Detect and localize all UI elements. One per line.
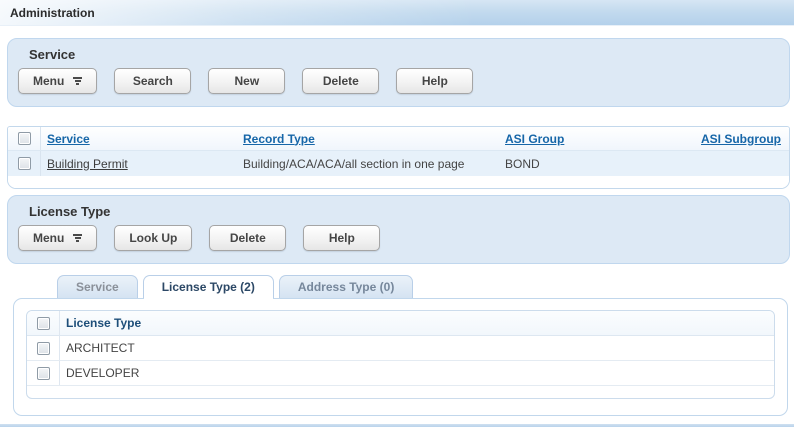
page-title: Administration bbox=[10, 6, 95, 20]
license-type-row-label: ARCHITECT bbox=[60, 341, 774, 355]
service-row-checkbox-cell bbox=[8, 151, 41, 176]
service-table-row: Building Permit Building/ACA/ACA/all sec… bbox=[8, 151, 789, 176]
service-menu-button[interactable]: Menu bbox=[18, 68, 97, 94]
service-row-record-type: Building/ACA/ACA/all section in one page bbox=[237, 157, 499, 171]
license-menu-button-label: Menu bbox=[33, 231, 64, 245]
license-select-all-checkbox[interactable] bbox=[37, 317, 50, 330]
service-table-footer bbox=[8, 176, 789, 188]
tab-bar: Service License Type (2) Address Type (0… bbox=[57, 275, 790, 298]
service-help-button[interactable]: Help bbox=[396, 68, 473, 94]
license-delete-button[interactable]: Delete bbox=[209, 225, 286, 251]
service-row-asi-group: BOND bbox=[499, 157, 695, 171]
tab-address-type[interactable]: Address Type (0) bbox=[279, 275, 413, 298]
menu-dropdown-icon bbox=[73, 77, 82, 85]
license-select-all-cell bbox=[27, 311, 60, 335]
service-new-button[interactable]: New bbox=[208, 68, 285, 94]
service-row-link[interactable]: Building Permit bbox=[41, 157, 237, 171]
tab-service[interactable]: Service bbox=[57, 275, 138, 298]
license-row-checkbox-cell bbox=[27, 336, 60, 360]
service-select-all-cell bbox=[8, 127, 41, 150]
license-type-row: DEVELOPER bbox=[27, 361, 774, 386]
license-type-table: License Type ARCHITECT DEVELOPER bbox=[26, 310, 775, 399]
administration-header-bar: Administration bbox=[0, 0, 794, 26]
service-row-checkbox[interactable] bbox=[18, 157, 31, 170]
license-type-tab-panel: License Type ARCHITECT DEVELOPER bbox=[13, 298, 788, 416]
license-type-table-header-row: License Type bbox=[27, 311, 774, 336]
license-type-table-footer bbox=[27, 386, 774, 398]
license-type-row-label: DEVELOPER bbox=[60, 366, 774, 380]
license-menu-button[interactable]: Menu bbox=[18, 225, 97, 251]
asi-subgroup-column-header[interactable]: ASI Subgroup bbox=[695, 132, 789, 146]
license-type-column-header: License Type bbox=[60, 316, 774, 330]
license-lookup-button[interactable]: Look Up bbox=[114, 225, 192, 251]
license-row-checkbox-cell bbox=[27, 361, 60, 385]
license-type-button-row: Menu Look Up Delete Help bbox=[18, 225, 779, 251]
service-table-header-row: Service Record Type ASI Group ASI Subgro… bbox=[8, 127, 789, 151]
license-type-panel-title: License Type bbox=[29, 204, 779, 219]
service-table: Service Record Type ASI Group ASI Subgro… bbox=[7, 126, 790, 189]
service-search-button[interactable]: Search bbox=[114, 68, 191, 94]
license-row-checkbox[interactable] bbox=[37, 342, 50, 355]
service-button-row: Menu Search New Delete Help bbox=[18, 68, 779, 94]
service-toolbar-panel: Service Menu Search New Delete Help bbox=[7, 38, 790, 107]
service-column-header[interactable]: Service bbox=[41, 132, 237, 146]
license-help-button[interactable]: Help bbox=[303, 225, 380, 251]
service-panel-title: Service bbox=[29, 47, 779, 62]
service-menu-button-label: Menu bbox=[33, 74, 64, 88]
tab-license-type[interactable]: License Type (2) bbox=[143, 275, 274, 298]
main-content: Service Menu Search New Delete Help Serv… bbox=[0, 26, 794, 416]
license-type-row: ARCHITECT bbox=[27, 336, 774, 361]
menu-dropdown-icon bbox=[73, 234, 82, 242]
asi-group-column-header[interactable]: ASI Group bbox=[499, 132, 695, 146]
license-type-toolbar-panel: License Type Menu Look Up Delete Help bbox=[7, 195, 790, 264]
service-delete-button[interactable]: Delete bbox=[302, 68, 379, 94]
license-row-checkbox[interactable] bbox=[37, 367, 50, 380]
record-type-column-header[interactable]: Record Type bbox=[237, 132, 499, 146]
service-select-all-checkbox[interactable] bbox=[18, 132, 31, 145]
